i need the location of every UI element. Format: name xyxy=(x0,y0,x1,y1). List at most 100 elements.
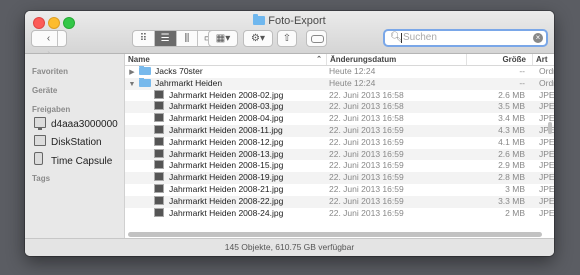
column-header-kind-label: Art xyxy=(536,55,548,64)
clear-search-icon[interactable]: × xyxy=(533,33,543,43)
finder-window: Foto-Export ‹› ⠿ ☰ ⫼ ▭ ▦▾ ⚙▾ ⇧ 🔍︎ Suchen… xyxy=(25,11,554,256)
action-gear-button[interactable]: ⚙▾ xyxy=(243,30,273,47)
kind-cell: JPEG-E xyxy=(539,148,554,159)
size-cell: -- xyxy=(519,66,525,76)
table-row[interactable]: Jahrmarkt Heiden 2008-11.jpg 22. Juni 20… xyxy=(125,124,554,137)
size-cell: 2.9 MB xyxy=(498,160,525,171)
table-row[interactable]: ▼Jahrmarkt Heiden Heute 12:24 -- Ordner xyxy=(125,77,554,90)
share-button[interactable]: ⇧ xyxy=(277,30,297,47)
view-mode-group: ⠿ ☰ ⫼ ▭ xyxy=(132,30,220,47)
table-row[interactable]: Jahrmarkt Heiden 2008-12.jpg 22. Juni 20… xyxy=(125,136,554,149)
size-cell: 3.3 MB xyxy=(498,195,525,206)
file-list: Name ⌃ Änderungsdatum Größe Art ▶ Jacks 7… xyxy=(125,54,554,239)
image-file-icon xyxy=(154,136,164,146)
kind-cell: JPEG-E xyxy=(539,101,554,112)
sidebar-section-shared: Freigaben xyxy=(32,105,71,114)
sidebar-item-time-capsule[interactable]: Time Capsule xyxy=(34,152,113,167)
sidebar: Favoriten Geräte Freigaben d4aaa3000000 … xyxy=(25,54,125,239)
search-placeholder: Suchen xyxy=(401,32,437,43)
sidebar-section-favorites: Favoriten xyxy=(32,67,69,76)
file-name: Jahrmarkt Heiden 2008-13.jpg xyxy=(169,148,284,159)
table-row[interactable]: Jahrmarkt Heiden 2008-22.jpg 22. Juni 20… xyxy=(125,195,554,208)
column-header-name-label: Name xyxy=(128,55,150,64)
size-cell: -- xyxy=(519,77,525,88)
table-row[interactable]: Jahrmarkt Heiden 2008-21.jpg 22. Juni 20… xyxy=(125,183,554,196)
sidebar-item-label: DiskStation xyxy=(51,137,102,148)
image-file-icon xyxy=(154,124,164,134)
list-view-button[interactable]: ☰ xyxy=(154,31,177,46)
name-cell: Jahrmarkt Heiden 2008-11.jpg xyxy=(127,124,333,137)
name-cell: Jahrmarkt Heiden 2008-24.jpg xyxy=(127,207,333,220)
sidebar-item-label: d4aaa3000000 xyxy=(51,119,118,130)
date-cell: 22. Juni 2013 16:59 xyxy=(329,136,404,147)
size-cell: 2.6 MB xyxy=(498,89,525,100)
window-title: Foto-Export xyxy=(25,14,554,28)
column-header-date-label: Änderungsdatum xyxy=(330,55,397,64)
image-file-icon xyxy=(154,148,164,158)
kind-cell: JPEG-E xyxy=(539,89,554,100)
date-cell: 22. Juni 2013 16:59 xyxy=(329,172,404,183)
sidebar-section-devices: Geräte xyxy=(32,86,58,95)
search-field[interactable]: 🔍︎ Suchen × xyxy=(383,29,548,47)
name-cell: Jahrmarkt Heiden 2008-12.jpg xyxy=(127,136,333,149)
kind-cell: JPEG-E xyxy=(539,183,554,194)
file-name: Jahrmarkt Heiden 2008-02.jpg xyxy=(169,89,284,100)
date-cell: 22. Juni 2013 16:59 xyxy=(329,183,404,194)
arrange-button[interactable]: ▦▾ xyxy=(208,30,238,47)
edit-tags-button[interactable] xyxy=(306,30,327,47)
column-header-name[interactable]: Name ⌃ xyxy=(125,54,325,65)
table-row[interactable]: Jahrmarkt Heiden 2008-03.jpg 22. Juni 20… xyxy=(125,101,554,114)
column-header-date[interactable]: Änderungsdatum xyxy=(326,54,466,65)
table-row[interactable]: ▶Jacks 70ster Heute 12:24 -- Ordner xyxy=(125,66,554,78)
horizontal-scrollbar[interactable] xyxy=(128,232,542,237)
folder-icon xyxy=(139,66,151,75)
sidebar-item-d4aaa3000000[interactable]: d4aaa3000000 xyxy=(34,117,118,131)
server-icon xyxy=(34,135,46,146)
table-row[interactable]: Jahrmarkt Heiden 2008-02.jpg 22. Juni 20… xyxy=(125,89,554,102)
table-row[interactable]: Jahrmarkt Heiden 2008-04.jpg 22. Juni 20… xyxy=(125,113,554,125)
sidebar-item-label: Time Capsule xyxy=(51,156,113,167)
back-button[interactable]: ‹ xyxy=(40,31,58,46)
date-cell: 22. Juni 2013 16:59 xyxy=(329,207,404,218)
file-name: Jahrmarkt Heiden xyxy=(155,77,223,88)
date-cell: 22. Juni 2013 16:58 xyxy=(329,89,404,100)
image-file-icon xyxy=(154,160,164,170)
kind-cell: JPEG-E xyxy=(539,172,554,183)
table-row[interactable]: Jahrmarkt Heiden 2008-24.jpg 22. Juni 20… xyxy=(125,207,554,220)
kind-cell: Ordner xyxy=(539,77,554,88)
column-view-button[interactable]: ⫼ xyxy=(177,31,199,46)
size-cell: 4.3 MB xyxy=(498,124,525,135)
kind-cell: Ordner xyxy=(539,66,554,76)
image-file-icon xyxy=(154,89,164,99)
file-name: Jahrmarkt Heiden 2008-21.jpg xyxy=(169,183,284,194)
icon-view-button[interactable]: ⠿ xyxy=(133,31,155,46)
column-header-size[interactable]: Größe xyxy=(466,54,532,65)
sidebar-item-diskstation[interactable]: DiskStation xyxy=(34,135,102,149)
file-name: Jahrmarkt Heiden 2008-03.jpg xyxy=(169,101,284,112)
size-cell: 3.4 MB xyxy=(498,113,525,124)
vertical-scrollbar[interactable] xyxy=(548,122,552,134)
table-row[interactable]: Jahrmarkt Heiden 2008-15.jpg 22. Juni 20… xyxy=(125,160,554,172)
size-cell: 3.5 MB xyxy=(498,101,525,112)
back-forward-group: ‹› xyxy=(31,30,67,59)
table-row[interactable]: Jahrmarkt Heiden 2008-13.jpg 22. Juni 20… xyxy=(125,148,554,161)
file-name: Jahrmarkt Heiden 2008-19.jpg xyxy=(169,172,284,183)
date-cell: 22. Juni 2013 16:59 xyxy=(329,160,404,171)
date-cell: Heute 12:24 xyxy=(329,77,376,88)
kind-cell: JPEG-E xyxy=(539,136,554,147)
table-row[interactable]: Jahrmarkt Heiden 2008-19.jpg 22. Juni 20… xyxy=(125,172,554,184)
column-header-size-label: Größe xyxy=(502,55,526,64)
image-file-icon xyxy=(154,195,164,205)
name-cell: Jahrmarkt Heiden 2008-19.jpg xyxy=(127,172,333,184)
name-cell: Jahrmarkt Heiden 2008-15.jpg xyxy=(127,160,333,172)
name-cell: Jahrmarkt Heiden 2008-03.jpg xyxy=(127,101,333,113)
column-header-kind[interactable]: Art xyxy=(532,54,554,65)
file-name: Jahrmarkt Heiden 2008-12.jpg xyxy=(169,136,284,147)
image-file-icon xyxy=(154,207,164,217)
window-title-text: Foto-Export xyxy=(268,15,326,27)
file-name: Jahrmarkt Heiden 2008-15.jpg xyxy=(169,160,284,171)
file-name: Jahrmarkt Heiden 2008-24.jpg xyxy=(169,207,284,218)
name-cell: Jahrmarkt Heiden 2008-22.jpg xyxy=(127,195,333,208)
image-file-icon xyxy=(154,101,164,111)
size-cell: 4.1 MB xyxy=(498,136,525,147)
